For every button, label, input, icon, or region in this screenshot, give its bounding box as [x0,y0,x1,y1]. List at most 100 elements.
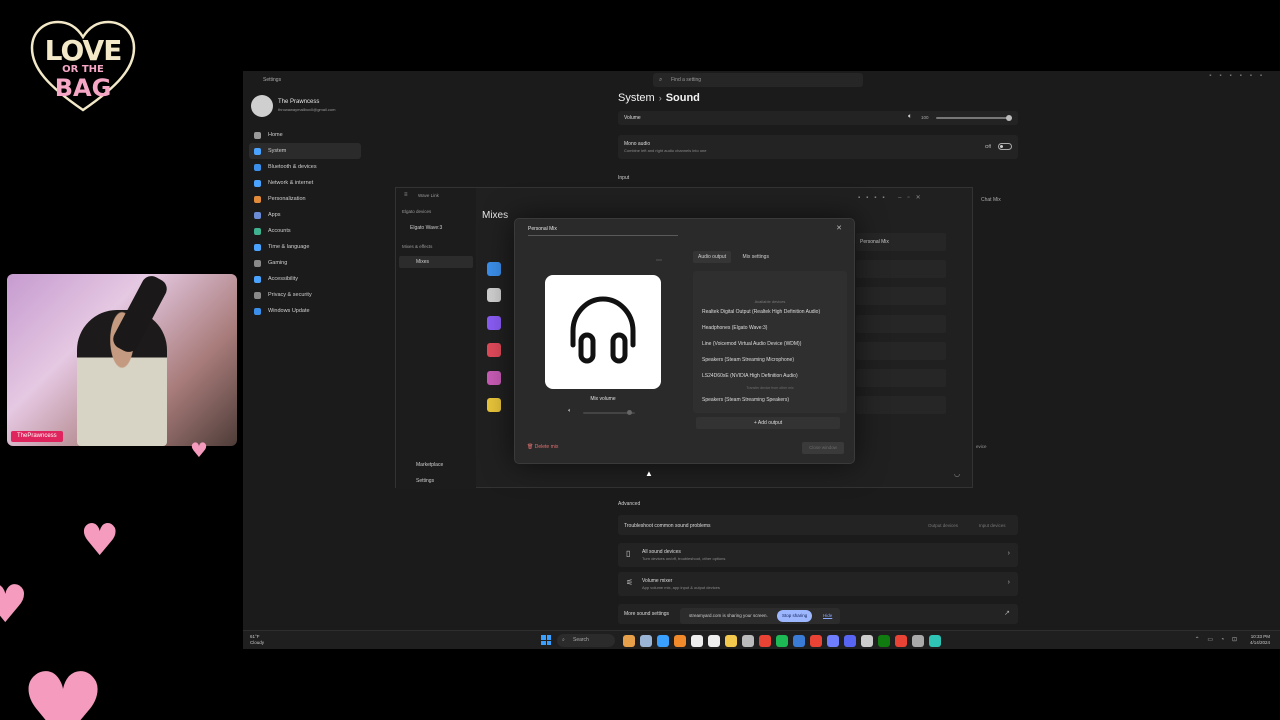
mix-channel-row [856,396,946,414]
delete-mix-button[interactable]: 🗑︎ Delete mix [527,444,558,450]
output-device-item[interactable]: Speakers (Steam Streaming Microphone) [702,357,794,363]
mono-audio-toggle[interactable] [998,143,1012,150]
music-mix-icon[interactable] [487,371,501,385]
browser-mix-icon[interactable] [487,316,501,330]
taskbar-app-icon[interactable] [844,635,856,647]
sidebar-item-mixes[interactable]: Mixes [399,256,473,268]
sidebar-item-accounts[interactable]: Accounts [249,223,361,239]
add-output-button[interactable]: + Add output [696,417,840,429]
microphone-mix-icon[interactable] [487,288,501,302]
output-device-item[interactable]: Line (Voicemod Virtual Audio Device (WDM… [702,341,801,347]
weather-widget[interactable]: 61°F Cloudy [250,634,264,646]
headphones-icon [570,296,636,364]
window-controls[interactable]: ▪▪▪▪ –▫✕ [858,194,927,201]
taskbar-app-icon[interactable] [776,635,788,647]
voice-chat-mix-icon[interactable] [487,398,501,412]
output-device-item[interactable]: Headphones (Elgato Wave:3) [702,325,767,331]
mix-volume-label: Mix volume [590,396,616,402]
sidebar-item-gaming[interactable]: Gaming [249,255,361,271]
love-or-the-bag-logo: LOVE OR THE BAG [28,18,138,114]
window-controls[interactable]: ▪▪▪▪▪▪ [1209,73,1270,79]
taskbar-app-icon[interactable] [810,635,822,647]
speaker-icon[interactable]: 🔈︎ [908,113,912,121]
chat-mix-label[interactable]: Chat Mix [981,197,1001,203]
find-setting-search[interactable]: ⌕ Find a setting [653,73,863,87]
input-devices-button[interactable]: Input devices [979,523,1006,528]
taskbar-app-icon[interactable] [759,635,771,647]
taskbar-app-icon[interactable] [793,635,805,647]
taskbar-app-icon[interactable] [640,635,652,647]
speaker-icon[interactable]: 🔈︎ [568,408,572,415]
taskbar-app-icon[interactable] [657,635,669,647]
menu-icon[interactable]: ≡ [404,192,408,198]
windows-start-icon[interactable] [541,635,551,645]
input-heading: Input [618,175,630,181]
sidebar-item-bluetooth[interactable]: Bluetooth & devices [249,159,361,175]
volume-slider[interactable] [936,115,1012,121]
taskbar-app-icon[interactable] [725,635,737,647]
volume-mixer-description: App volume mix, app input & output devic… [642,585,720,590]
device-button[interactable]: evice [976,444,987,449]
taskbar-app-icon[interactable] [742,635,754,647]
volume-mixer-row[interactable]: ⚟ Volume mixer App volume mix, app input… [618,572,1018,596]
taskbar-app-icon[interactable] [708,635,720,647]
troubleshoot-row: Troubleshoot common sound problems Outpu… [618,515,1018,535]
taskbar-app-icon[interactable] [895,635,907,647]
sidebar-item-wave3[interactable]: Elgato Wave:3 [410,225,442,231]
close-icon[interactable]: ✕ [836,224,842,232]
output-device-item[interactable]: LS24D60xE (NVIDIA High Definition Audio) [702,373,798,379]
sidebar-item-marketplace[interactable]: Marketplace [416,462,443,468]
logo-line1: LOVE [44,34,123,67]
sidebar-item-system[interactable]: System [249,143,361,159]
game-mix-icon[interactable] [487,343,501,357]
more-options-icon[interactable]: ⋯ [656,257,662,264]
slider-thumb[interactable] [627,410,632,415]
sidebar-item-windows-update[interactable]: Windows Update [249,303,361,319]
taskbar-app-icon[interactable] [878,635,890,647]
mix-name-input[interactable]: Personal Mix [528,226,678,236]
sidebar-item-privacy[interactable]: Privacy & security [249,287,361,303]
clock[interactable]: 10:33 PM 4/14/2024 [1250,634,1270,646]
output-device-item[interactable]: Speakers (Steam Streaming Speakers) [702,397,789,403]
mix-channel-row [856,287,946,305]
stop-sharing-button[interactable]: Stop sharing [777,610,813,622]
tab-mix-settings[interactable]: Mix settings [738,251,774,263]
taskbar-app-icon[interactable] [929,635,941,647]
sidebar-item-personalization[interactable]: Personalization [249,191,361,207]
all-sound-devices-row[interactable]: ▯ All sound devices Turn devices on/off,… [618,543,1018,567]
tab-audio-output[interactable]: Audio output [693,251,732,263]
taskbar-app-icon[interactable] [827,635,839,647]
sidebar-item-settings[interactable]: Settings [416,478,434,484]
sidebar-item-label: Personalization [268,196,306,202]
chevron-right-icon: › [1007,579,1010,586]
profile-name: The Prawncess [278,99,320,105]
chevron-right-icon: › [1007,550,1010,557]
headphones-icon[interactable]: ◡ [954,470,960,478]
taskbar-app-icon[interactable] [674,635,686,647]
output-devices-button[interactable]: Output devices [928,523,958,528]
taskbar-app-icon[interactable] [912,635,924,647]
sidebar-item-home[interactable]: Home [249,127,361,143]
mix-artwork[interactable] [545,275,661,389]
mix-channel-row [856,342,946,360]
system-tray-icons[interactable]: ⌃ ▭ ◔ ⊡ [1195,636,1240,643]
sidebar-item-accessibility[interactable]: Accessibility [249,271,361,287]
close-window-button[interactable]: Close window [802,442,844,454]
taskbar-app-icon[interactable] [861,635,873,647]
breadcrumb-parent[interactable]: System [618,92,655,104]
taskbar-app-icon[interactable] [691,635,703,647]
mix-volume-slider[interactable] [583,410,635,415]
output-device-item[interactable]: Realtek Digital Output (Realtek High Def… [702,309,820,315]
profile-email: throwawaymailbox0@gmail.com [278,107,336,112]
sidebar-item-time-language[interactable]: Time & language [249,239,361,255]
delete-mix-label: Delete mix [534,444,559,450]
taskbar-search[interactable]: ⌕ Search [557,634,615,647]
hide-link[interactable]: Hide [823,608,832,624]
bluetooth-icon [254,164,261,171]
sidebar-item-network[interactable]: Network & internet [249,175,361,191]
system-mix-icon[interactable] [487,262,501,276]
sidebar-item-apps[interactable]: Apps [249,207,361,223]
mix-channel-row [856,260,946,278]
volume-slider-thumb[interactable] [1006,115,1012,121]
taskbar-app-icon[interactable] [623,635,635,647]
